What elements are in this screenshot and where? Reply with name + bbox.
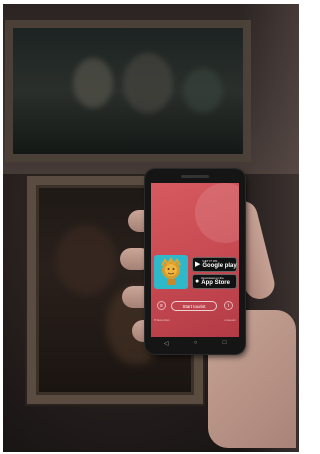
home-icon[interactable]: ○ [194, 340, 198, 346]
screen-footer: ♥ favourites museum [151, 316, 239, 324]
badge-store-name: Google play [202, 263, 237, 269]
smartphone: ▶ GET IT ON Google play ● Download on th… [145, 169, 245, 354]
app-store-badge[interactable]: ● Download on the App Store [192, 274, 237, 289]
store-badges: ▶ GET IT ON Google play ● Download on th… [192, 257, 237, 291]
back-icon[interactable]: ◁ [164, 340, 169, 347]
google-play-badge[interactable]: ▶ GET IT ON Google play [192, 257, 237, 272]
start-tour-button[interactable]: Start tourist [171, 301, 217, 311]
footer-right-label: museum [224, 318, 236, 322]
menu-icon[interactable]: ≡ [157, 301, 166, 310]
apple-icon: ● [195, 278, 200, 285]
golden-head-icon [161, 257, 181, 285]
framed-painting-upper [5, 20, 251, 162]
phone-screen: ▶ GET IT ON Google play ● Download on th… [151, 183, 239, 337]
footer-left-label: ♥ favourites [154, 318, 170, 322]
play-triangle-icon: ▶ [195, 261, 201, 268]
app-logo [154, 255, 188, 289]
phone-speaker [181, 175, 209, 178]
badge-store-name: App Store [201, 280, 230, 286]
recents-icon[interactable]: □ [223, 340, 227, 346]
info-icon[interactable]: i [224, 301, 233, 310]
android-nav-bar: ◁ ○ □ [151, 337, 239, 349]
screen-decoration [195, 183, 239, 243]
